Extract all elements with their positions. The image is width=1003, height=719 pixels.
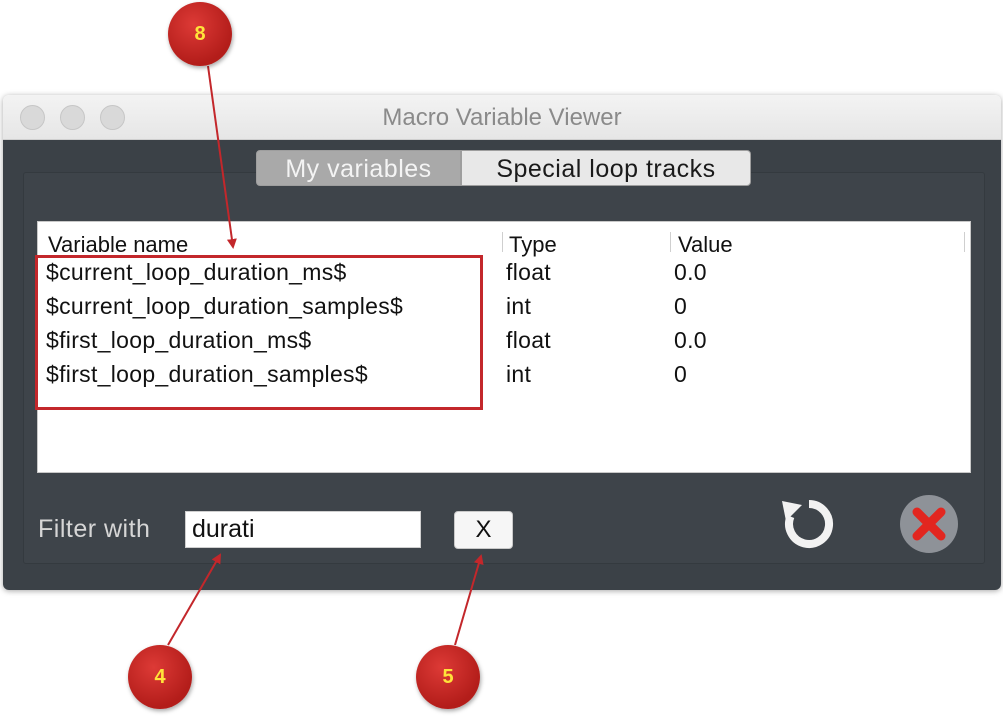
clear-filter-button[interactable]: X [454,511,513,549]
callout-badge-8: 8 [168,2,232,66]
cell-type: float [506,259,551,285]
column-separator[interactable] [502,232,503,252]
title-bar[interactable]: Macro Variable Viewer [3,95,1001,140]
cell-type: int [506,361,532,387]
filter-input[interactable] [185,511,421,548]
close-button[interactable] [898,493,960,555]
callout-badge-5: 5 [416,645,480,709]
filter-label: Filter with [38,515,151,543]
cell-type: float [506,327,551,353]
tab-my-variables[interactable]: My variables [256,150,461,186]
highlight-box [35,255,483,410]
cell-value: 0 [674,293,688,319]
column-separator[interactable] [670,232,671,252]
callout-badge-4: 4 [128,645,192,709]
cell-value: 0 [674,361,688,387]
cell-value: 0.0 [674,327,707,353]
cell-type: int [506,293,532,319]
cell-value: 0.0 [674,259,707,285]
window-title: Macro Variable Viewer [382,104,622,131]
refresh-button[interactable] [780,495,838,553]
tab-bar: My variables Special loop tracks [256,150,751,186]
tab-special-loop-tracks[interactable]: Special loop tracks [461,150,751,186]
refresh-icon [782,500,833,548]
header-value[interactable]: Value [678,232,733,258]
close-icon [900,495,958,553]
column-separator [964,232,965,252]
header-type[interactable]: Type [509,232,557,258]
